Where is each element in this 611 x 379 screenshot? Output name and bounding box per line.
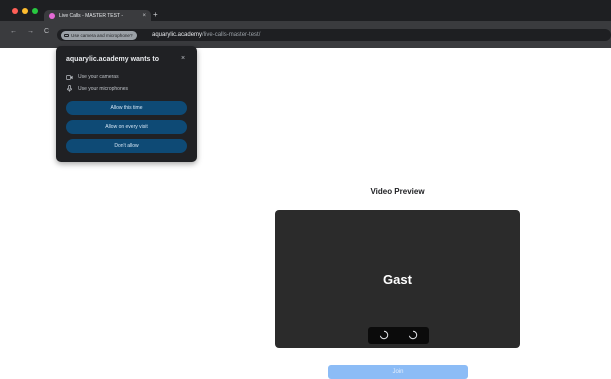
permission-item-microphone: Use your microphones bbox=[66, 85, 128, 92]
participant-name: Gast bbox=[383, 272, 412, 287]
new-tab-button[interactable]: + bbox=[153, 11, 158, 19]
permission-chip[interactable]: Use camera and microphone? bbox=[61, 31, 137, 40]
media-controls bbox=[368, 327, 429, 344]
address-bar[interactable] bbox=[57, 29, 611, 41]
camera-icon bbox=[64, 34, 69, 37]
url-host: aquarylic.academy bbox=[152, 32, 203, 38]
browser-tab-bar: Live Calls - MASTER TEST - × + bbox=[0, 0, 611, 22]
allow-this-time-button[interactable]: Allow this time bbox=[66, 101, 187, 115]
tab-close-icon[interactable]: × bbox=[142, 13, 146, 19]
forward-arrow-icon[interactable]: → bbox=[27, 28, 34, 36]
permission-label: Use your cameras bbox=[78, 74, 119, 80]
page-title: Video Preview bbox=[370, 187, 425, 196]
url-text[interactable]: aquarylic.academy/live-calls-master-test… bbox=[152, 31, 260, 40]
tab-favicon-icon bbox=[49, 13, 55, 19]
permission-item-camera: Use your cameras bbox=[66, 74, 119, 80]
reload-icon[interactable]: C bbox=[44, 28, 49, 36]
microphone-toggle-spinner-icon[interactable] bbox=[408, 330, 418, 340]
url-path: /live-calls-master-test/ bbox=[202, 32, 261, 38]
tab-title: Live Calls - MASTER TEST - bbox=[59, 13, 123, 19]
browser-toolbar: ← → C Use camera and microphone? aquaryl… bbox=[0, 21, 611, 48]
camera-icon bbox=[66, 74, 73, 80]
window-maximize-button[interactable] bbox=[32, 8, 38, 14]
microphone-icon bbox=[66, 85, 73, 92]
permission-label: Use your microphones bbox=[78, 85, 129, 92]
window-close-button[interactable] bbox=[12, 8, 18, 14]
popup-close-icon[interactable]: × bbox=[181, 55, 185, 63]
permission-chip-label: Use camera and microphone? bbox=[71, 33, 133, 38]
popup-title: aquarylic.academy wants to bbox=[66, 56, 159, 63]
camera-toggle-spinner-icon[interactable] bbox=[379, 330, 389, 340]
dont-allow-button[interactable]: Don't allow bbox=[66, 139, 187, 153]
allow-every-visit-button[interactable]: Allow on every visit bbox=[66, 120, 187, 134]
back-arrow-icon[interactable]: ← bbox=[10, 28, 17, 36]
video-preview: Gast bbox=[275, 210, 520, 348]
window-minimize-button[interactable] bbox=[22, 8, 28, 14]
permission-popup: aquarylic.academy wants to × Use your ca… bbox=[56, 46, 197, 162]
